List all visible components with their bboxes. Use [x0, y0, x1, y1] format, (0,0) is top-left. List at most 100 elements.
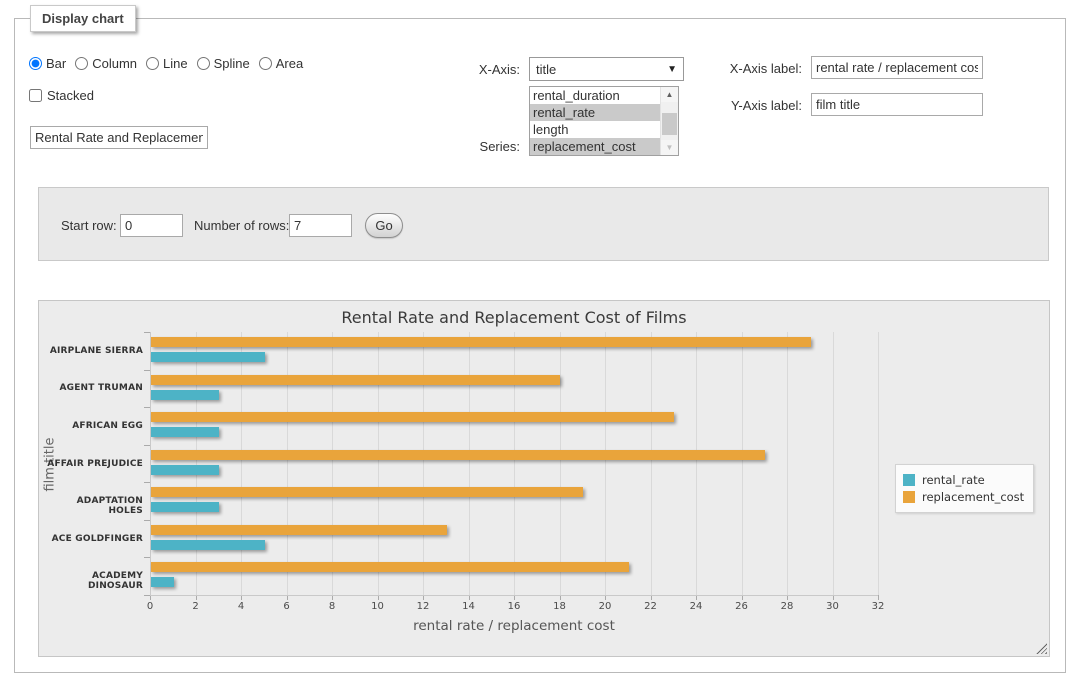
gridline	[378, 332, 379, 595]
chart-type-radio-bar[interactable]	[29, 57, 42, 70]
bar-rental_rate	[151, 352, 265, 362]
x-tick-label: 8	[317, 601, 347, 612]
chart-type-radio-line[interactable]	[146, 57, 159, 70]
scroll-down-icon[interactable]: ▼	[661, 140, 678, 155]
chart-legend: rental_rate replacement_cost	[895, 464, 1034, 513]
stacked-label: Stacked	[47, 88, 94, 103]
bar-rental_rate	[151, 577, 174, 587]
series-option-length[interactable]: length	[530, 121, 660, 138]
bar-rental_rate	[151, 540, 265, 550]
x-tick-label: 18	[545, 601, 575, 612]
series-option-rental_rate[interactable]: rental_rate	[530, 104, 660, 121]
chart-type-radio-area[interactable]	[259, 57, 272, 70]
x-tick-label: 12	[408, 601, 438, 612]
gridline	[560, 332, 561, 595]
chart-panel: Rental Rate and Replacement Cost of Film…	[38, 300, 1050, 657]
series-list-label: Series:	[480, 139, 520, 154]
number-of-rows-input[interactable]	[289, 214, 352, 237]
x-tick-label: 30	[818, 601, 848, 612]
scroll-up-icon[interactable]: ▲	[661, 87, 678, 102]
gridline	[878, 332, 879, 595]
y-axis-tick	[144, 595, 150, 596]
chart-type-radio-spline[interactable]	[197, 57, 210, 70]
start-row-input[interactable]	[120, 214, 183, 237]
chart-title-input[interactable]	[30, 126, 208, 149]
scrollbar-thumb[interactable]	[662, 113, 677, 135]
chart-type-line[interactable]: Line	[146, 56, 188, 71]
series-list-scrollbar[interactable]: ▲ ▼	[660, 87, 678, 155]
chart-x-axis-title: rental rate / replacement cost	[150, 618, 878, 634]
chevron-down-icon: ▼	[667, 64, 677, 75]
chart-type-radio-column[interactable]	[75, 57, 88, 70]
start-row-label: Start row:	[61, 218, 117, 233]
chart-type-column[interactable]: Column	[75, 56, 137, 71]
series-listbox[interactable]: rental_durationrental_ratelengthreplacem…	[529, 86, 679, 156]
category-label: ACADEMY DINOSAUR	[39, 571, 143, 591]
stacked-checkbox-row[interactable]: Stacked	[29, 88, 94, 103]
y-axis-label-input[interactable]	[811, 93, 983, 116]
chart-type-area[interactable]: Area	[259, 56, 303, 71]
gridline	[787, 332, 788, 595]
bar-replacement_cost	[151, 450, 765, 460]
gridline	[423, 332, 424, 595]
stacked-checkbox[interactable]	[29, 89, 42, 102]
bar-rental_rate	[151, 427, 219, 437]
gridline	[514, 332, 515, 595]
x-axis-line	[150, 595, 878, 596]
bar-replacement_cost	[151, 375, 560, 385]
resize-grip-icon[interactable]	[1036, 643, 1047, 654]
legend-item: rental_rate	[903, 473, 1024, 487]
y-axis-tick	[144, 332, 150, 333]
chart-type-label: Line	[163, 56, 188, 71]
bar-replacement_cost	[151, 412, 674, 422]
chart-type-spline[interactable]: Spline	[197, 56, 250, 71]
bar-replacement_cost	[151, 525, 447, 535]
category-label: ACE GOLDFINGER	[39, 534, 143, 544]
bar-replacement_cost	[151, 487, 583, 497]
bar-rental_rate	[151, 502, 219, 512]
chart-type-label: Area	[276, 56, 303, 71]
x-axis-label-field-label: X-Axis label:	[730, 61, 802, 76]
x-tick-label: 0	[135, 601, 165, 612]
gridline	[196, 332, 197, 595]
x-axis-label-input[interactable]	[811, 56, 983, 79]
x-tick-label: 32	[863, 601, 893, 612]
gridline	[241, 332, 242, 595]
chart-title: Rental Rate and Replacement Cost of Film…	[150, 308, 878, 327]
category-label: ADAPTATION HOLES	[39, 496, 143, 516]
gridline	[605, 332, 606, 595]
chart-type-bar[interactable]: Bar	[29, 56, 66, 71]
legend-swatch-replacement_cost	[903, 491, 915, 503]
series-options: rental_durationrental_ratelengthreplacem…	[530, 87, 660, 155]
x-axis-select[interactable]: title ▼	[529, 57, 684, 81]
x-tick-label: 2	[181, 601, 211, 612]
y-axis-tick	[144, 370, 150, 371]
page: { "window": { "legend": "Display chart" …	[0, 0, 1081, 681]
series-option-replacement_cost[interactable]: replacement_cost	[530, 138, 660, 155]
bar-replacement_cost	[151, 562, 629, 572]
chart-type-label: Spline	[214, 56, 250, 71]
gridline	[287, 332, 288, 595]
gridline	[742, 332, 743, 595]
go-button[interactable]: Go	[365, 213, 403, 238]
y-axis-tick	[144, 482, 150, 483]
gridline	[332, 332, 333, 595]
series-option-rental_duration[interactable]: rental_duration	[530, 87, 660, 104]
display-chart-fieldset: Display chart BarColumnLineSplineArea St…	[14, 18, 1066, 673]
legend-swatch-rental_rate	[903, 474, 915, 486]
y-axis-tick	[144, 445, 150, 446]
x-axis-selected-value: title	[536, 62, 556, 77]
category-label: AFRICAN EGG	[39, 421, 143, 431]
bar-rental_rate	[151, 465, 219, 475]
x-tick-label: 16	[499, 601, 529, 612]
fieldset-legend: Display chart	[30, 5, 136, 32]
x-tick-label: 20	[590, 601, 620, 612]
gridline	[469, 332, 470, 595]
y-axis-tick	[144, 407, 150, 408]
y-axis-tick	[144, 557, 150, 558]
row-range-panel: Start row: Number of rows: Go	[38, 187, 1049, 261]
y-axis-tick	[144, 520, 150, 521]
legend-label: replacement_cost	[922, 490, 1024, 504]
chart-type-label: Column	[92, 56, 137, 71]
category-label: AFFAIR PREJUDICE	[39, 459, 143, 469]
